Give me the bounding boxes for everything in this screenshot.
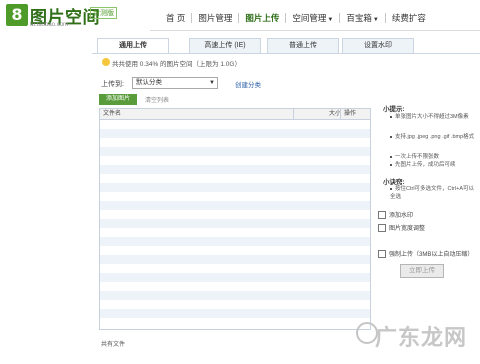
- lightbulb-icon: [102, 58, 110, 66]
- bullet-icon: [390, 135, 392, 138]
- file-actions: 添加图片 清空列表: [99, 94, 371, 105]
- tip-item: 单张图片大小不得超过3M像素: [390, 113, 476, 121]
- space-usage-info: 共共使用 0.34% 的图片空间（上限为 1.0G）: [112, 61, 241, 68]
- table-row: [100, 219, 370, 228]
- nav-renew[interactable]: 续费扩容: [386, 12, 432, 24]
- upload-now-button[interactable]: 立即上传: [400, 264, 444, 278]
- table-row: [100, 246, 370, 255]
- tip-item: 先图片上传，成功后可续: [390, 161, 476, 169]
- force-upload-checkbox[interactable]: [378, 250, 386, 259]
- main-nav: 首 页 图片管理 图片上传 空间管理▼ 百宝箱▼ 续费扩容: [160, 11, 432, 25]
- tab-divider: [92, 53, 480, 54]
- create-category-link[interactable]: 创建分类: [235, 79, 261, 89]
- table-row: [100, 309, 370, 318]
- clear-list-button[interactable]: 清空列表: [145, 95, 169, 104]
- category-select-value: 默认分类: [136, 79, 162, 86]
- table-row: [100, 318, 370, 327]
- file-list-table[interactable]: 文件名 大小 操作: [99, 108, 371, 330]
- table-row: [100, 147, 370, 156]
- table-row: [100, 156, 370, 165]
- watermark-text: 广东龙网: [375, 326, 468, 351]
- column-actions: 操作: [344, 111, 357, 117]
- nav-toolbox[interactable]: 百宝箱▼: [340, 12, 384, 24]
- table-row: [100, 237, 370, 246]
- upload-to-label: 上传到:: [101, 81, 124, 88]
- column-divider: [293, 109, 294, 119]
- category-select[interactable]: 默认分类 ▼: [132, 77, 218, 89]
- add-images-button[interactable]: 添加图片: [99, 94, 137, 105]
- resize-checkbox[interactable]: [378, 224, 386, 233]
- table-row: [100, 138, 370, 147]
- option-resize[interactable]: 图片宽度调整: [378, 223, 425, 233]
- table-row: [100, 174, 370, 183]
- table-row: [100, 291, 370, 300]
- nav-home[interactable]: 首 页: [160, 12, 191, 24]
- bullet-icon: [390, 187, 392, 190]
- table-row: [100, 183, 370, 192]
- file-count: 共有文件: [101, 342, 126, 348]
- nav-image-manage[interactable]: 图片管理: [192, 12, 238, 24]
- trick-item: 按住Ctrl可多选文件，Ctrl+A可以全选: [390, 186, 474, 200]
- table-row: [100, 264, 370, 273]
- table-row: [100, 300, 370, 309]
- table-row: [100, 228, 370, 237]
- option-watermark[interactable]: 添加水印: [378, 210, 413, 220]
- beta-badge: 封测版: [90, 7, 117, 19]
- table-row: [100, 129, 370, 138]
- tab-normal-upload[interactable]: 普通上传: [267, 38, 339, 54]
- tab-fast-upload[interactable]: 高速上传 (IE): [189, 38, 261, 54]
- tab-general-upload[interactable]: 通用上传: [97, 38, 169, 54]
- logo-icon[interactable]: 8: [6, 4, 28, 26]
- chevron-down-icon: ▼: [327, 17, 334, 23]
- table-row: [100, 165, 370, 174]
- header-divider: [150, 30, 480, 31]
- watermark-checkbox[interactable]: [378, 211, 386, 220]
- table-row: [100, 282, 370, 291]
- chevron-down-icon: ▼: [209, 80, 215, 86]
- chevron-down-icon: ▼: [372, 17, 379, 23]
- bullet-icon: [390, 115, 392, 118]
- table-row: [100, 273, 370, 282]
- tips-title: 小提示:: [383, 106, 405, 113]
- bullet-icon: [390, 163, 392, 166]
- table-row: [100, 255, 370, 264]
- table-header: 文件名 大小 操作: [100, 109, 370, 120]
- nav-image-upload[interactable]: 图片上传: [239, 12, 285, 24]
- table-row: [100, 201, 370, 210]
- table-row: [100, 192, 370, 201]
- upload-tabs: 通用上传 高速上传 (IE) 普通上传 设置水印: [97, 38, 414, 54]
- tip-item: 一次上传不限张数: [390, 153, 476, 161]
- table-row: [100, 120, 370, 129]
- tab-watermark-settings[interactable]: 设置水印: [342, 38, 414, 54]
- bullet-icon: [390, 155, 392, 158]
- column-filename: 文件名: [103, 111, 122, 117]
- column-divider: [340, 109, 341, 119]
- tip-item: 支持.jpg .jpeg .png .gif .bmp格式: [390, 133, 476, 141]
- nav-space-manage[interactable]: 空间管理▼: [286, 12, 339, 24]
- option-force-upload[interactable]: 强制上传（3MB以上自动压缩）: [378, 249, 473, 259]
- logo-subtitle: tu.taobao.com: [30, 22, 69, 28]
- table-row: [100, 210, 370, 219]
